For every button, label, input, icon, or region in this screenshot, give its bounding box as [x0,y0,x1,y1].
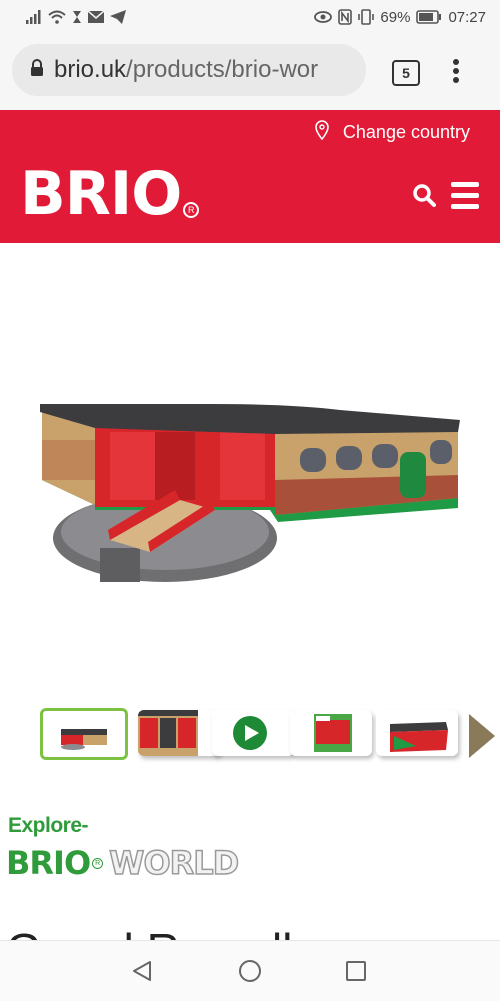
address-bar[interactable]: brio.uk/products/brio-wor [12,44,366,96]
battery-percent: 69% [380,8,411,26]
thumbnail-roundhouse-front[interactable] [40,708,128,760]
location-pin-icon [315,120,329,145]
system-nav-bar [0,940,500,1001]
back-icon[interactable] [130,959,154,988]
vibrate-icon [358,9,375,25]
thumbnail-video[interactable] [212,710,294,756]
url-text: brio.uk/products/brio-wor [54,56,318,84]
thumbnail-roundhouse-top[interactable] [376,710,458,756]
eye-icon [314,11,333,23]
image-thumbnails [0,706,500,762]
mail-icon [88,11,104,23]
nfc-icon [338,9,353,25]
world-brand: BRIO [6,844,91,882]
change-country-label: Change country [342,122,470,142]
status-right-icons: 69% 07:27 [314,9,500,26]
menu-icon[interactable] [451,182,479,215]
thumbnail-box[interactable] [290,710,372,756]
logo-text: BRIO [20,159,182,229]
change-country-link[interactable]: Change country [315,120,470,145]
next-arrow-icon[interactable] [467,712,497,765]
status-left-icons [0,10,126,24]
site-header: Change country BRIO R [0,110,500,243]
world-registered-mark: R [92,857,104,869]
world-word: WORLD [108,843,240,883]
url-domain: brio.uk [54,56,127,83]
brio-world-logo[interactable]: BRIO R WORLD [6,843,240,883]
lock-icon [30,58,44,82]
product-image[interactable] [30,380,470,600]
tab-switcher-button[interactable]: 5 [392,60,420,86]
brio-logo[interactable]: BRIO R [20,159,200,229]
signal-icon [26,10,42,24]
home-icon[interactable] [238,959,262,988]
telegram-icon [110,10,126,24]
browser-toolbar: brio.uk/products/brio-wor 5 [0,34,500,110]
more-options-icon[interactable] [452,58,460,89]
explore-label: Explore- [8,814,89,837]
clock: 07:27 [448,8,486,26]
recents-icon[interactable] [344,959,368,988]
status-bar: 69% 07:27 [0,0,500,34]
search-icon[interactable] [412,183,436,212]
thumbnail-roundhouse-interior[interactable] [138,710,220,756]
wifi-icon [48,10,66,24]
url-path: /products/brio-wor [126,56,319,83]
hourglass-icon [72,10,82,24]
registered-mark: R [183,202,200,218]
battery-icon [416,10,442,24]
